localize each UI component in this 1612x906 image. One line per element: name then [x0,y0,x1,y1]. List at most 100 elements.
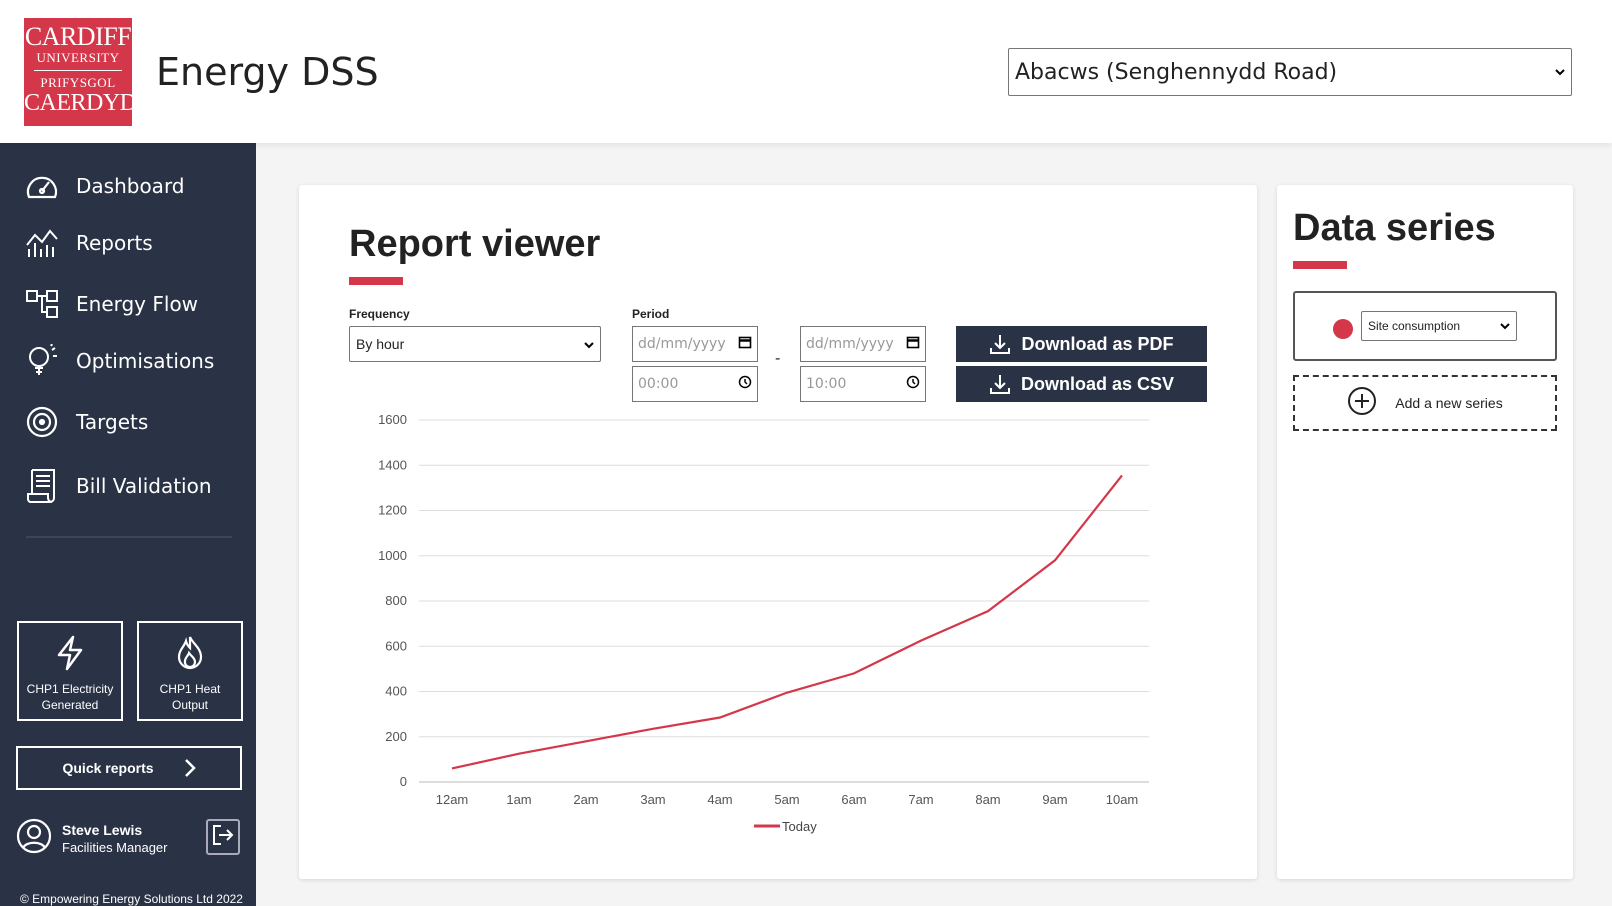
legend-label: Today [782,819,817,834]
y-tick-label: 1400 [378,457,407,472]
download-icon [989,373,1011,395]
user-name: Steve Lewis [62,822,143,838]
series-color-dot [1333,319,1353,339]
site-select[interactable]: Abacws (Senghennydd Road) [1008,48,1572,96]
logo-line-4: CAERDYD [24,90,137,116]
sidebar-item-targets[interactable]: Targets [24,400,148,444]
sidebar-item-label: Optimisations [76,349,215,373]
frequency-label: Frequency [349,307,410,321]
download-pdf-label: Download as PDF [1021,333,1174,354]
calendar-icon [906,335,920,353]
site-select-value: Abacws (Senghennydd Road) [1015,59,1338,85]
calendar-icon [738,335,752,353]
quick-reports-label: Quick reports [62,760,154,776]
clock-icon [906,375,920,393]
data-series-title: Data series [1293,207,1496,249]
series-select-value: Site consumption [1368,319,1461,333]
report-viewer-card: Report viewer Frequency By hour Period d… [299,185,1257,879]
add-series-button[interactable]: Add a new series [1293,375,1557,431]
x-tick-label: 4am [707,792,732,807]
x-tick-label: 8am [975,792,1000,807]
series-item: Site consumption [1293,291,1557,361]
logo-line-1: CARDIFF [24,22,132,51]
y-tick-label: 200 [385,729,407,744]
avatar-icon [16,818,52,859]
to-time-value: 10:00 [806,376,847,392]
series-line-today [451,474,1123,770]
copyright-text: © Empowering Energy Solutions Ltd 2022 [20,892,243,906]
bill-icon [24,468,60,504]
chevron-down-icon [1555,65,1565,79]
sidebar-item-energy-flow[interactable]: Energy Flow [24,282,198,326]
flame-icon [139,635,241,675]
download-csv-label: Download as CSV [1020,373,1175,394]
sidebar-divider [26,536,232,538]
chevron-down-icon [1500,319,1510,333]
sidebar-item-bill-validation[interactable]: Bill Validation [24,464,212,508]
sidebar-item-label: Bill Validation [76,474,212,498]
sidebar-item-label: Dashboard [76,174,185,198]
x-tick-label: 3am [640,792,665,807]
x-tick-label: 12am [436,792,469,807]
to-date-placeholder: dd/mm/yyyy [806,336,894,352]
data-series-card: Data series Site consumption Add a new s… [1277,185,1573,879]
sidebar-item-label: Targets [76,410,149,434]
y-tick-label: 1600 [378,412,407,427]
gauge-icon [24,168,60,204]
x-tick-label: 2am [573,792,598,807]
lightbulb-icon [24,343,60,379]
logo-line-3: PRIFYSGOL [40,75,116,90]
sidebar-item-label: Reports [76,231,153,255]
x-tick-label: 1am [506,792,531,807]
download-icon [989,333,1011,355]
download-pdf-button[interactable]: Download as PDF [956,326,1207,362]
user-role: Facilities Manager [62,840,168,855]
quick-reports-button[interactable]: Quick reports [16,746,242,790]
to-time-input[interactable]: 10:00 [800,366,926,402]
to-date-input[interactable]: dd/mm/yyyy [800,326,926,362]
chart-icon [24,225,60,261]
quick-tile-chp1-electricity[interactable]: CHP1 Electricity Generated [17,621,123,721]
from-date-placeholder: dd/mm/yyyy [638,336,726,352]
sidebar-item-label: Energy Flow [76,292,199,316]
x-tick-label: 6am [841,792,866,807]
title-underline [1293,261,1347,269]
sidebar-item-dashboard[interactable]: Dashboard [24,164,185,208]
sidebar-item-optimisations[interactable]: Optimisations [24,339,214,383]
logo-divider [34,70,122,71]
chevron-down-icon [584,336,594,352]
logout-icon [212,824,234,851]
from-time-value: 00:00 [638,376,679,392]
consumption-line-chart: 0 200 400 600 800 1000 1200 1400 1600 12am 1am 2am 3… [378,412,1149,834]
chevron-right-icon [184,758,196,778]
period-separator: - [775,350,781,367]
y-tick-label: 400 [385,684,407,699]
quick-tile-chp1-heat[interactable]: CHP1 Heat Output [137,621,243,721]
sidebar-item-reports[interactable]: Reports [24,221,153,265]
quick-tile-label: CHP1 Heat Output [159,682,221,712]
x-tick-label: 7am [908,792,933,807]
series-select[interactable]: Site consumption [1361,311,1517,341]
download-csv-button[interactable]: Download as CSV [956,366,1207,402]
y-tick-label: 1200 [378,503,407,518]
frequency-select[interactable]: By hour [349,326,601,362]
from-time-input[interactable]: 00:00 [632,366,758,402]
header: CARDIFF UNIVERSITY PRIFYSGOL CAERDYD Ene… [0,0,1612,143]
logout-button[interactable] [206,819,240,855]
from-date-input[interactable]: dd/mm/yyyy [632,326,758,362]
period-label: Period [632,307,670,321]
x-tick-label: 9am [1042,792,1067,807]
quick-tile-label: CHP1 Electricity Generated [26,682,114,712]
user-profile[interactable]: Steve Lewis Facilities Manager [16,818,168,859]
sidebar: Dashboard Reports Energy Flow Optimisati… [0,143,256,906]
plus-circle-icon [1347,386,1377,421]
x-tick-label: 5am [774,792,799,807]
y-tick-label: 1000 [378,548,407,563]
logo-line-2: UNIVERSITY [36,50,120,65]
cardiff-university-logo[interactable]: CARDIFF UNIVERSITY PRIFYSGOL CAERDYD [24,18,137,126]
flow-icon [24,286,60,322]
app-title: Energy DSS [156,50,379,94]
page-title: Report viewer [349,223,601,265]
target-icon [24,404,60,440]
y-tick-label: 800 [385,593,407,608]
